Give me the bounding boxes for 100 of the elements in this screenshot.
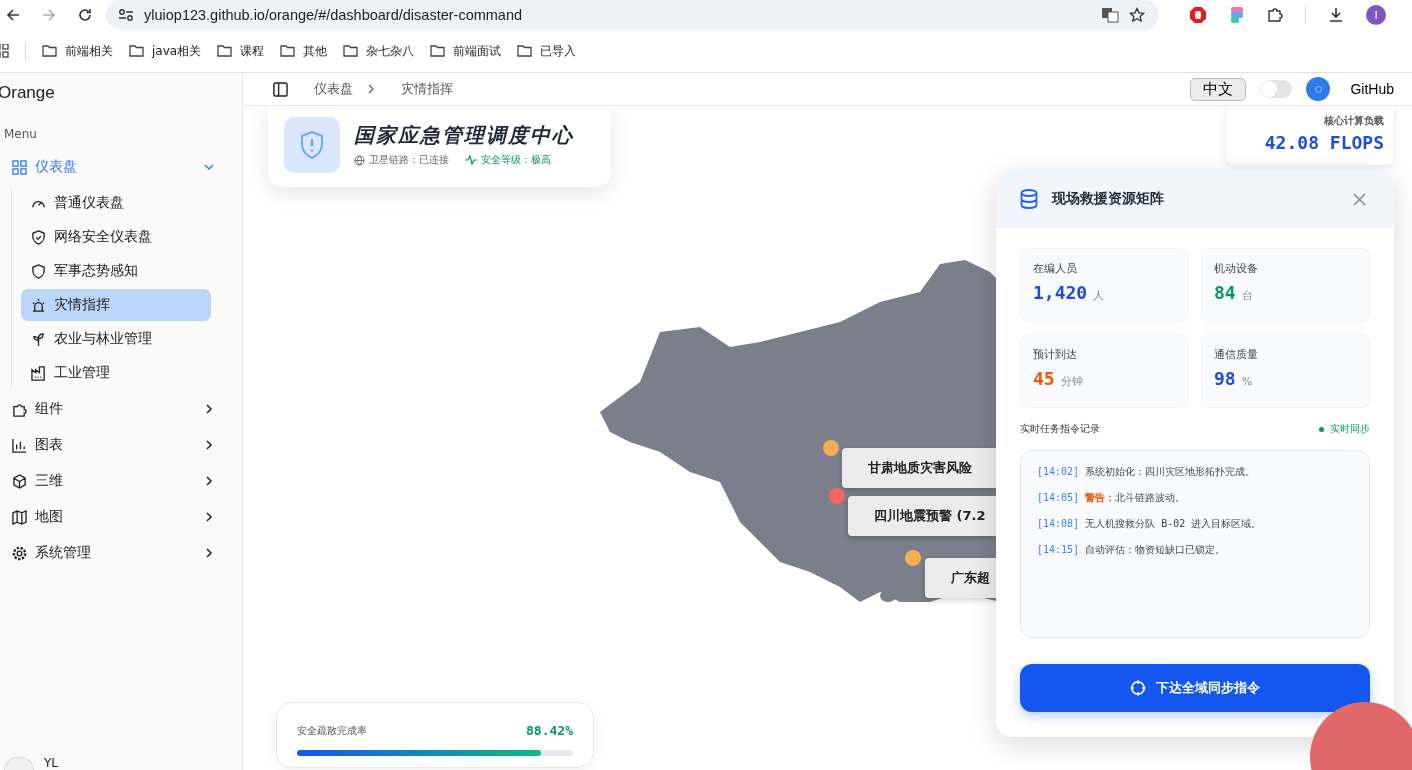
bookmark-item[interactable]: 已导入 [517,42,577,60]
stat-unit: 人 [1093,288,1105,303]
pulse-icon [465,155,477,165]
shield-check-icon [31,229,46,245]
bookmark-item[interactable]: java相关 [129,42,202,60]
sync-status: 实时同步 [1330,422,1370,436]
database-icon [1020,189,1038,209]
chevron-down-icon [204,162,214,172]
back-icon[interactable] [6,8,20,22]
translate-icon[interactable] [1101,6,1119,24]
bookmark-label[interactable]: 已导入 [540,42,577,60]
stat-value: 84 [1214,282,1236,303]
menu-item[interactable]: 地图 [0,499,242,535]
stat-value: 1,420 [1033,282,1088,303]
globe-icon [354,154,365,166]
submenu-item[interactable]: 军事态势感知 [21,255,211,287]
language-button[interactable]: 中文 [1190,77,1247,101]
menu-item[interactable]: 系统管理 [0,535,242,571]
colorful-extension-icon[interactable] [1229,6,1245,24]
chevron-right-icon [204,548,214,558]
stat-label: 通信质量 [1214,347,1259,362]
bookmark-label[interactable]: java相关 [152,42,202,60]
dashboard-grid-icon [12,159,27,175]
stat-value: 45 [1033,368,1055,389]
menu-heading: Menu [4,127,38,141]
github-link[interactable]: GitHub [1350,81,1394,97]
stat-unit: % [1241,375,1253,388]
log-entry: [14:05] 警告：北斗链路波动。 [1037,491,1187,505]
log-entry: [14:02] 系统初始化：四川灾区地形拓扑完成。 [1037,465,1257,479]
folder-icon [430,45,446,57]
site-settings-icon[interactable] [118,8,134,22]
stat-label: 在编人员 [1033,261,1078,276]
sprout-icon [31,331,46,347]
log-title: 实时任务指令记录 [1020,422,1100,436]
stat-value: 98 [1214,368,1236,389]
submenu-item[interactable]: 灾情指挥 [21,289,211,321]
folder-icon [517,45,533,57]
shield-alert-icon [284,116,340,173]
map-marker-label[interactable]: 四川地震预警 (7.2 [848,496,996,536]
address-bar[interactable]: yluiop123.github.io/orange/#/dashboard/disaster-command [106,0,1159,30]
menu-item[interactable]: 组件 [0,391,242,427]
submenu-item[interactable]: 农业与林业管理 [21,323,211,355]
bookmark-item[interactable]: 其他 [280,42,328,60]
map-marker-label[interactable]: 甘肃地质灾害风险 [842,448,996,488]
progress-label: 安全疏散完成率 [297,723,367,738]
sidebar-toggle-icon[interactable] [273,81,288,97]
menu-item[interactable]: 三维 [0,463,242,499]
download-icon[interactable] [1328,7,1344,23]
bookmark-label[interactable]: 前端面试 [453,42,502,60]
chevron-right-icon [204,404,214,414]
user-name: YL [44,756,58,770]
panel-title: 现场救援资源矩阵 [1052,190,1164,208]
status-dot [1319,426,1324,432]
folder-icon [42,45,57,57]
chevron-right-icon [367,84,375,94]
bookmark-item[interactable]: 前端相关 [42,42,113,60]
log-entry: [14:15] 自动评估：物资短缺口已锁定。 [1037,543,1227,557]
crosshair-icon [1130,680,1146,696]
sync-command-button[interactable]: 下达全域同步指令 [1020,664,1370,712]
stat-label: 预计到达 [1033,347,1078,362]
gear-icon [12,545,27,561]
menu-item[interactable]: 仪表盘 [0,149,242,185]
map-icon [12,509,27,525]
folder-icon [217,45,233,57]
chevron-right-icon [204,512,214,522]
dashboard-title: 国家应急管理调度中心 [354,122,574,149]
bookmark-item[interactable]: 前端面试 [430,42,502,60]
reload-icon[interactable] [78,8,92,22]
bookmark-label[interactable]: 课程 [240,42,265,60]
submenu-item[interactable]: 工业管理 [21,357,211,389]
log-entry: [14:08] 无人机搜救分队 B-02 进入目标区域。 [1037,517,1263,531]
star-icon[interactable] [1129,7,1145,23]
submenu-item[interactable]: 普通仪表盘 [21,187,211,219]
menu-item[interactable]: 图表 [0,427,242,463]
theme-switch[interactable] [1260,80,1293,98]
compute-load-label: 核心计算负载 [1323,114,1384,128]
stop-sign-extension-icon[interactable] [1189,6,1207,24]
bookmark-item[interactable]: 杂七杂八 [343,42,415,60]
cube-icon [12,473,27,489]
breadcrumb-item: 灾情指挥 [401,80,453,98]
stat-unit: 台 [1241,288,1253,303]
chevron-right-icon [204,440,214,450]
bookmark-label[interactable]: 其他 [303,42,328,60]
map-marker-label[interactable]: 广东超 [925,558,996,598]
chevron-right-icon [204,476,214,486]
siren-icon [31,297,46,313]
breadcrumb-item[interactable]: 仪表盘 [314,80,353,98]
submenu-item[interactable]: 网络安全仪表盘 [21,221,211,253]
bookmark-label[interactable]: 前端相关 [65,42,113,60]
bar-chart-icon [12,437,27,453]
folder-icon [343,45,359,57]
shield-icon [31,263,46,279]
bookmark-label[interactable]: 杂七杂八 [366,42,415,60]
theme-color-button[interactable] [1306,77,1331,101]
close-icon[interactable] [1353,192,1366,206]
bookmark-item[interactable]: 课程 [217,42,265,60]
stat-unit: 分钟 [1060,374,1083,389]
profile-avatar[interactable]: I [1366,5,1386,25]
folder-icon [280,45,296,57]
puzzle-icon[interactable] [1267,7,1283,23]
